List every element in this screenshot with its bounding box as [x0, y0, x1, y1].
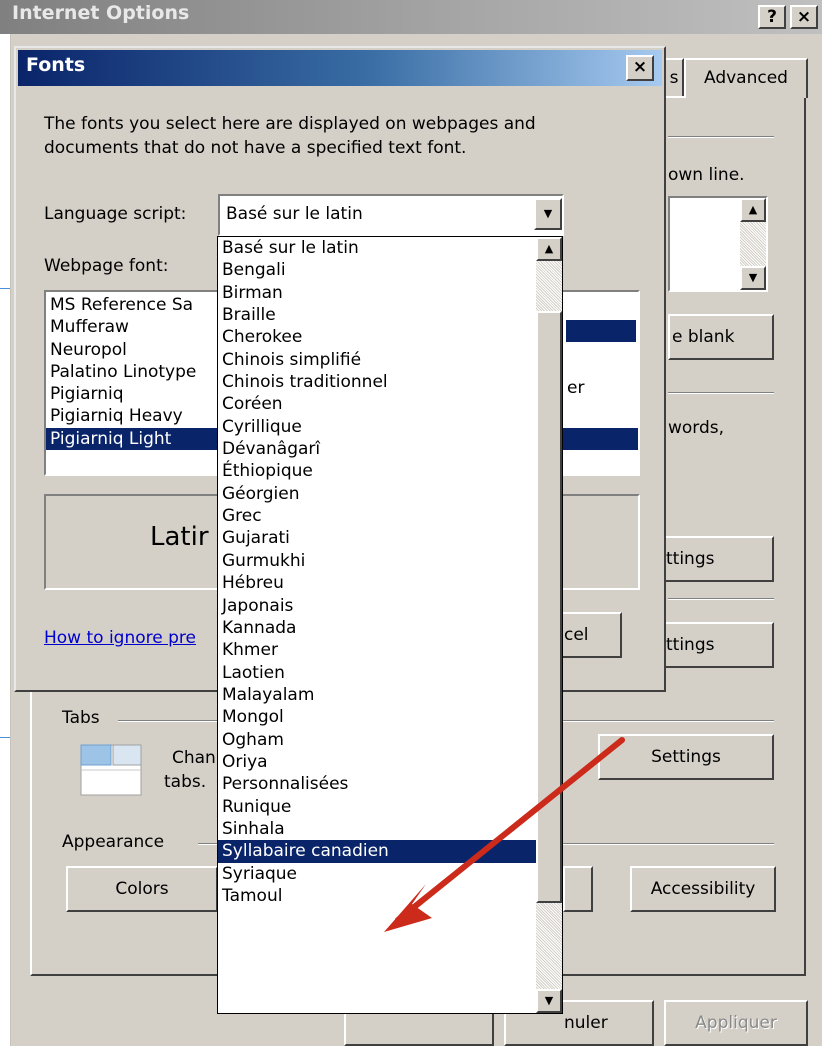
annotation-arrow-icon — [384, 737, 625, 932]
tab-advanced[interactable]: Advanced — [684, 58, 808, 98]
